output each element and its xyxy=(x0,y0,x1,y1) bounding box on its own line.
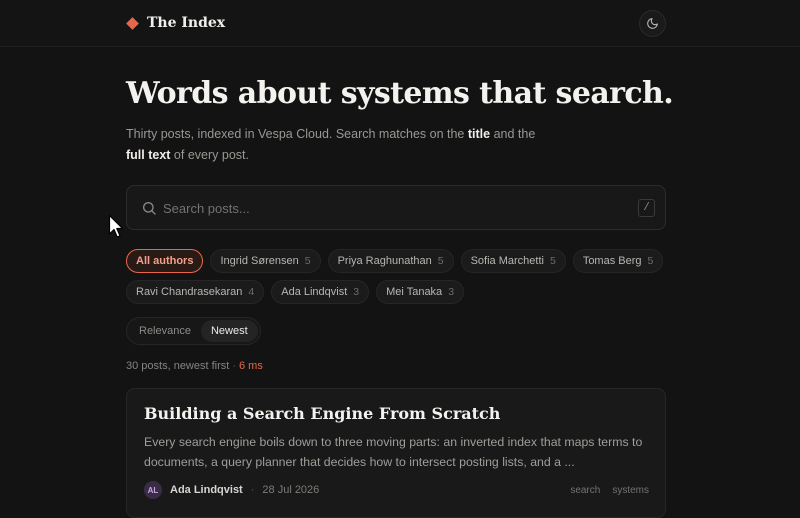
theme-toggle-button[interactable] xyxy=(639,10,666,37)
author-chip[interactable]: Ravi Chandrasekaran 4 xyxy=(126,280,265,304)
author-chip[interactable]: Tomas Berg 5 xyxy=(572,249,664,273)
author-chip-label: Ingrid Sørensen xyxy=(220,255,299,267)
author-filter: All authors Ingrid Sørensen 5 Priya Raghuna… xyxy=(126,249,666,304)
search-icon xyxy=(143,202,156,215)
post-excerpt: Every search engine boils down to three … xyxy=(144,435,643,469)
separator: · xyxy=(250,484,255,496)
tag[interactable]: systems xyxy=(612,485,649,496)
subtitle-text: Thirty posts, indexed in Vespa Cloud. Se… xyxy=(126,127,468,141)
sort-toggle: Relevance Newest xyxy=(126,317,261,345)
post-title[interactable]: Building a Search Engine From Scratch xyxy=(144,404,500,423)
separator: · xyxy=(232,360,236,372)
page-title: Words about systems that search. xyxy=(126,76,674,111)
search-input[interactable] xyxy=(163,196,623,220)
author-chip[interactable]: Sofia Marchetti 5 xyxy=(460,249,566,273)
avatar: AL xyxy=(144,481,162,499)
author-chip-label: Mei Tanaka xyxy=(386,286,443,298)
post-card[interactable]: Building a Search Engine From Scratch Ev… xyxy=(126,388,666,518)
subtitle-text: and the xyxy=(490,127,536,141)
author-chip-count: 3 xyxy=(448,286,455,298)
tag[interactable]: search xyxy=(570,485,600,496)
top-bar: The Index xyxy=(0,0,800,47)
author-chip-label: Ravi Chandrasekaran xyxy=(136,286,243,298)
sort-option-newest[interactable]: Newest xyxy=(200,320,258,342)
author-chip-count: 5 xyxy=(304,255,311,267)
page-subtitle: Thirty posts, indexed in Vespa Cloud. Se… xyxy=(126,124,556,166)
brand-name: The Index xyxy=(147,15,226,31)
author-chip-label: All authors xyxy=(136,255,194,267)
post-tags: search systems xyxy=(570,485,649,496)
search-box: / xyxy=(126,185,666,230)
author-chip-count: 5 xyxy=(647,255,654,267)
author-chip-label: Ada Lindqvist xyxy=(281,286,348,298)
author-chip-count: 5 xyxy=(437,255,444,267)
author-chip[interactable]: Ada Lindqvist 3 xyxy=(271,280,370,304)
author-chip-label: Tomas Berg xyxy=(582,255,642,267)
diamond-icon xyxy=(126,16,139,30)
subtitle-title-field: title xyxy=(467,127,491,141)
query-timing: 6 ms xyxy=(239,360,263,372)
shortcut-hint: / xyxy=(638,199,655,217)
subtitle-fulltext-field: full text xyxy=(126,148,171,162)
post-author[interactable]: Ada Lindqvist xyxy=(170,484,243,496)
moon-icon xyxy=(647,18,658,29)
author-chip[interactable]: Ingrid Sørensen 5 xyxy=(210,249,321,273)
author-chip-label: Priya Raghunathan xyxy=(337,255,432,267)
results-summary: 30 posts, newest first xyxy=(126,360,230,372)
post-date: 28 Jul 2026 xyxy=(262,484,320,496)
author-chip[interactable]: Priya Raghunathan 5 xyxy=(327,249,454,273)
results-meta: 30 posts, newest first · 6 ms xyxy=(126,360,263,372)
author-chip-label: Sofia Marchetti xyxy=(470,255,544,267)
sort-option-relevance[interactable]: Relevance xyxy=(129,320,201,342)
post-meta: AL Ada Lindqvist · 28 Jul 2026 search sy… xyxy=(144,481,649,499)
author-chip-count: 3 xyxy=(353,286,360,298)
subtitle-text: of every post. xyxy=(170,148,249,162)
cursor-icon xyxy=(108,214,124,238)
brand[interactable]: The Index xyxy=(126,13,225,33)
author-chip-count: 4 xyxy=(248,286,255,298)
author-chip-count: 5 xyxy=(549,255,556,267)
author-chip[interactable]: Mei Tanaka 3 xyxy=(376,280,465,304)
author-chip-all[interactable]: All authors xyxy=(126,249,204,273)
